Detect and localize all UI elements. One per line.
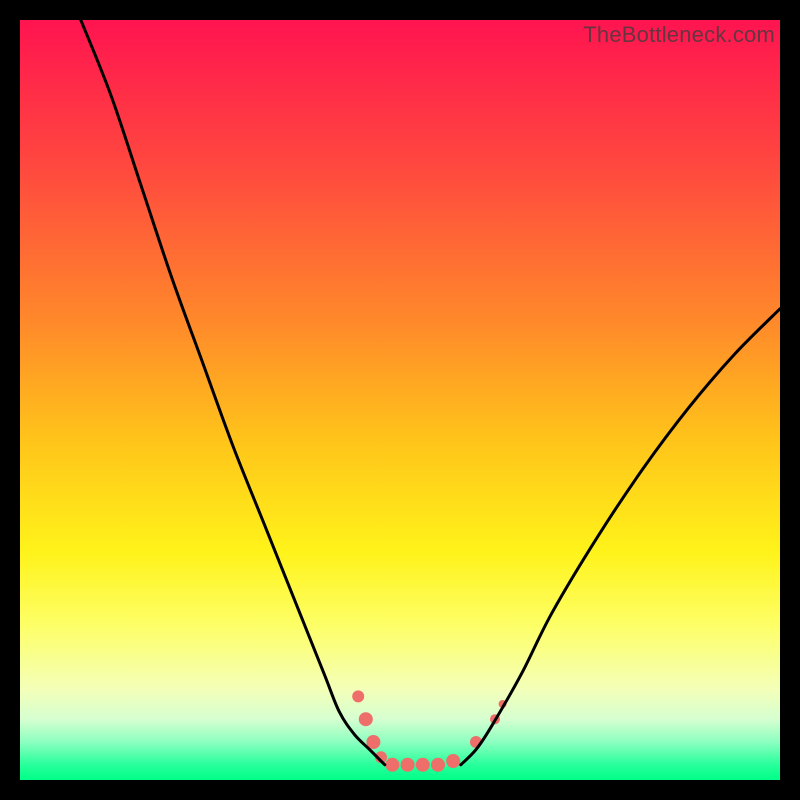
marker-point <box>352 690 364 702</box>
gradient-background <box>20 20 780 780</box>
marker-point <box>416 758 430 772</box>
marker-point <box>359 712 373 726</box>
chart-frame <box>20 20 780 780</box>
chart-svg <box>20 20 780 780</box>
marker-point <box>401 758 415 772</box>
marker-point <box>446 754 460 768</box>
marker-point <box>431 758 445 772</box>
watermark-text: TheBottleneck.com <box>583 22 775 48</box>
marker-point <box>385 758 399 772</box>
